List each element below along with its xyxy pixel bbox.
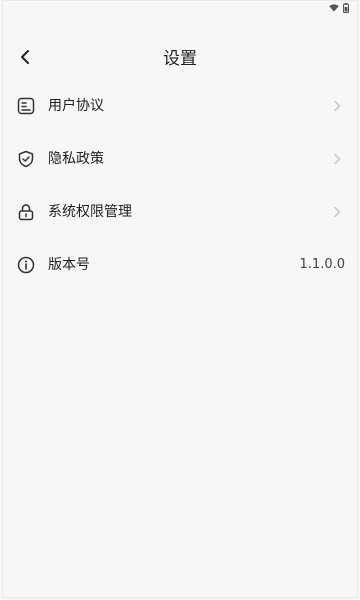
page-title: 设置 [163, 49, 197, 69]
chevron-right-icon [331, 99, 343, 113]
info-icon [16, 255, 36, 275]
chevron-right-icon [331, 205, 343, 219]
settings-item-privacy-policy[interactable]: 隐私政策 [3, 132, 357, 185]
version-number: 1.1.0.0 [299, 256, 345, 272]
chevron-right-icon [331, 152, 343, 166]
document-icon [16, 96, 36, 116]
settings-item-label: 用户协议 [48, 97, 104, 114]
wifi-icon [329, 4, 339, 12]
settings-item-label: 版本号 [48, 256, 90, 273]
settings-item-permissions[interactable]: 系统权限管理 [3, 185, 357, 238]
battery-icon [343, 3, 349, 13]
status-bar [329, 1, 349, 15]
settings-item-user-agreement[interactable]: 用户协议 [3, 79, 357, 132]
nav-bar: 设置 [3, 43, 357, 75]
settings-item-version: 版本号 1.1.0.0 [3, 238, 357, 291]
settings-screen: 设置 用户协议 隐私政策 系统权限管理 版本号 1.1.0.0 [2, 0, 358, 598]
shield-icon [16, 149, 36, 169]
settings-item-label: 隐私政策 [48, 150, 104, 167]
lock-icon [16, 202, 36, 222]
settings-item-label: 系统权限管理 [48, 203, 132, 220]
settings-list: 用户协议 隐私政策 系统权限管理 版本号 1.1.0.0 [3, 79, 357, 291]
